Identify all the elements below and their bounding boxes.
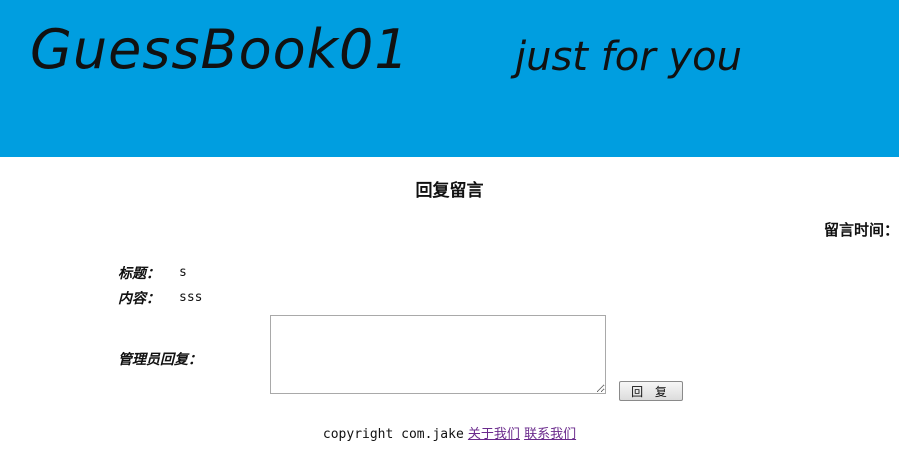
admin-reply-textarea[interactable] [270, 315, 606, 394]
message-title-value: s [179, 265, 187, 280]
about-us-link[interactable]: 关于我们 [468, 427, 520, 442]
admin-reply-label: 管理员回复： [118, 352, 202, 368]
message-content-value: sss [179, 290, 203, 305]
message-title-label: 标题： [118, 266, 160, 282]
copyright-text: copyright com.jake [322, 427, 464, 442]
header-banner: GuessBook01 just for you [0, 0, 899, 157]
page-title: 回复留言 [415, 181, 484, 201]
site-logo-title: GuessBook01 [30, 18, 410, 81]
footer: copyright com.jake 关于我们 联系我们 [0, 423, 899, 442]
message-content-label: 内容： [118, 291, 160, 307]
message-time-label: 留言时间： [823, 221, 899, 239]
site-tagline: just for you [515, 34, 742, 80]
contact-us-link[interactable]: 联系我们 [524, 427, 576, 442]
reply-submit-button[interactable]: 回 复 [619, 381, 683, 401]
